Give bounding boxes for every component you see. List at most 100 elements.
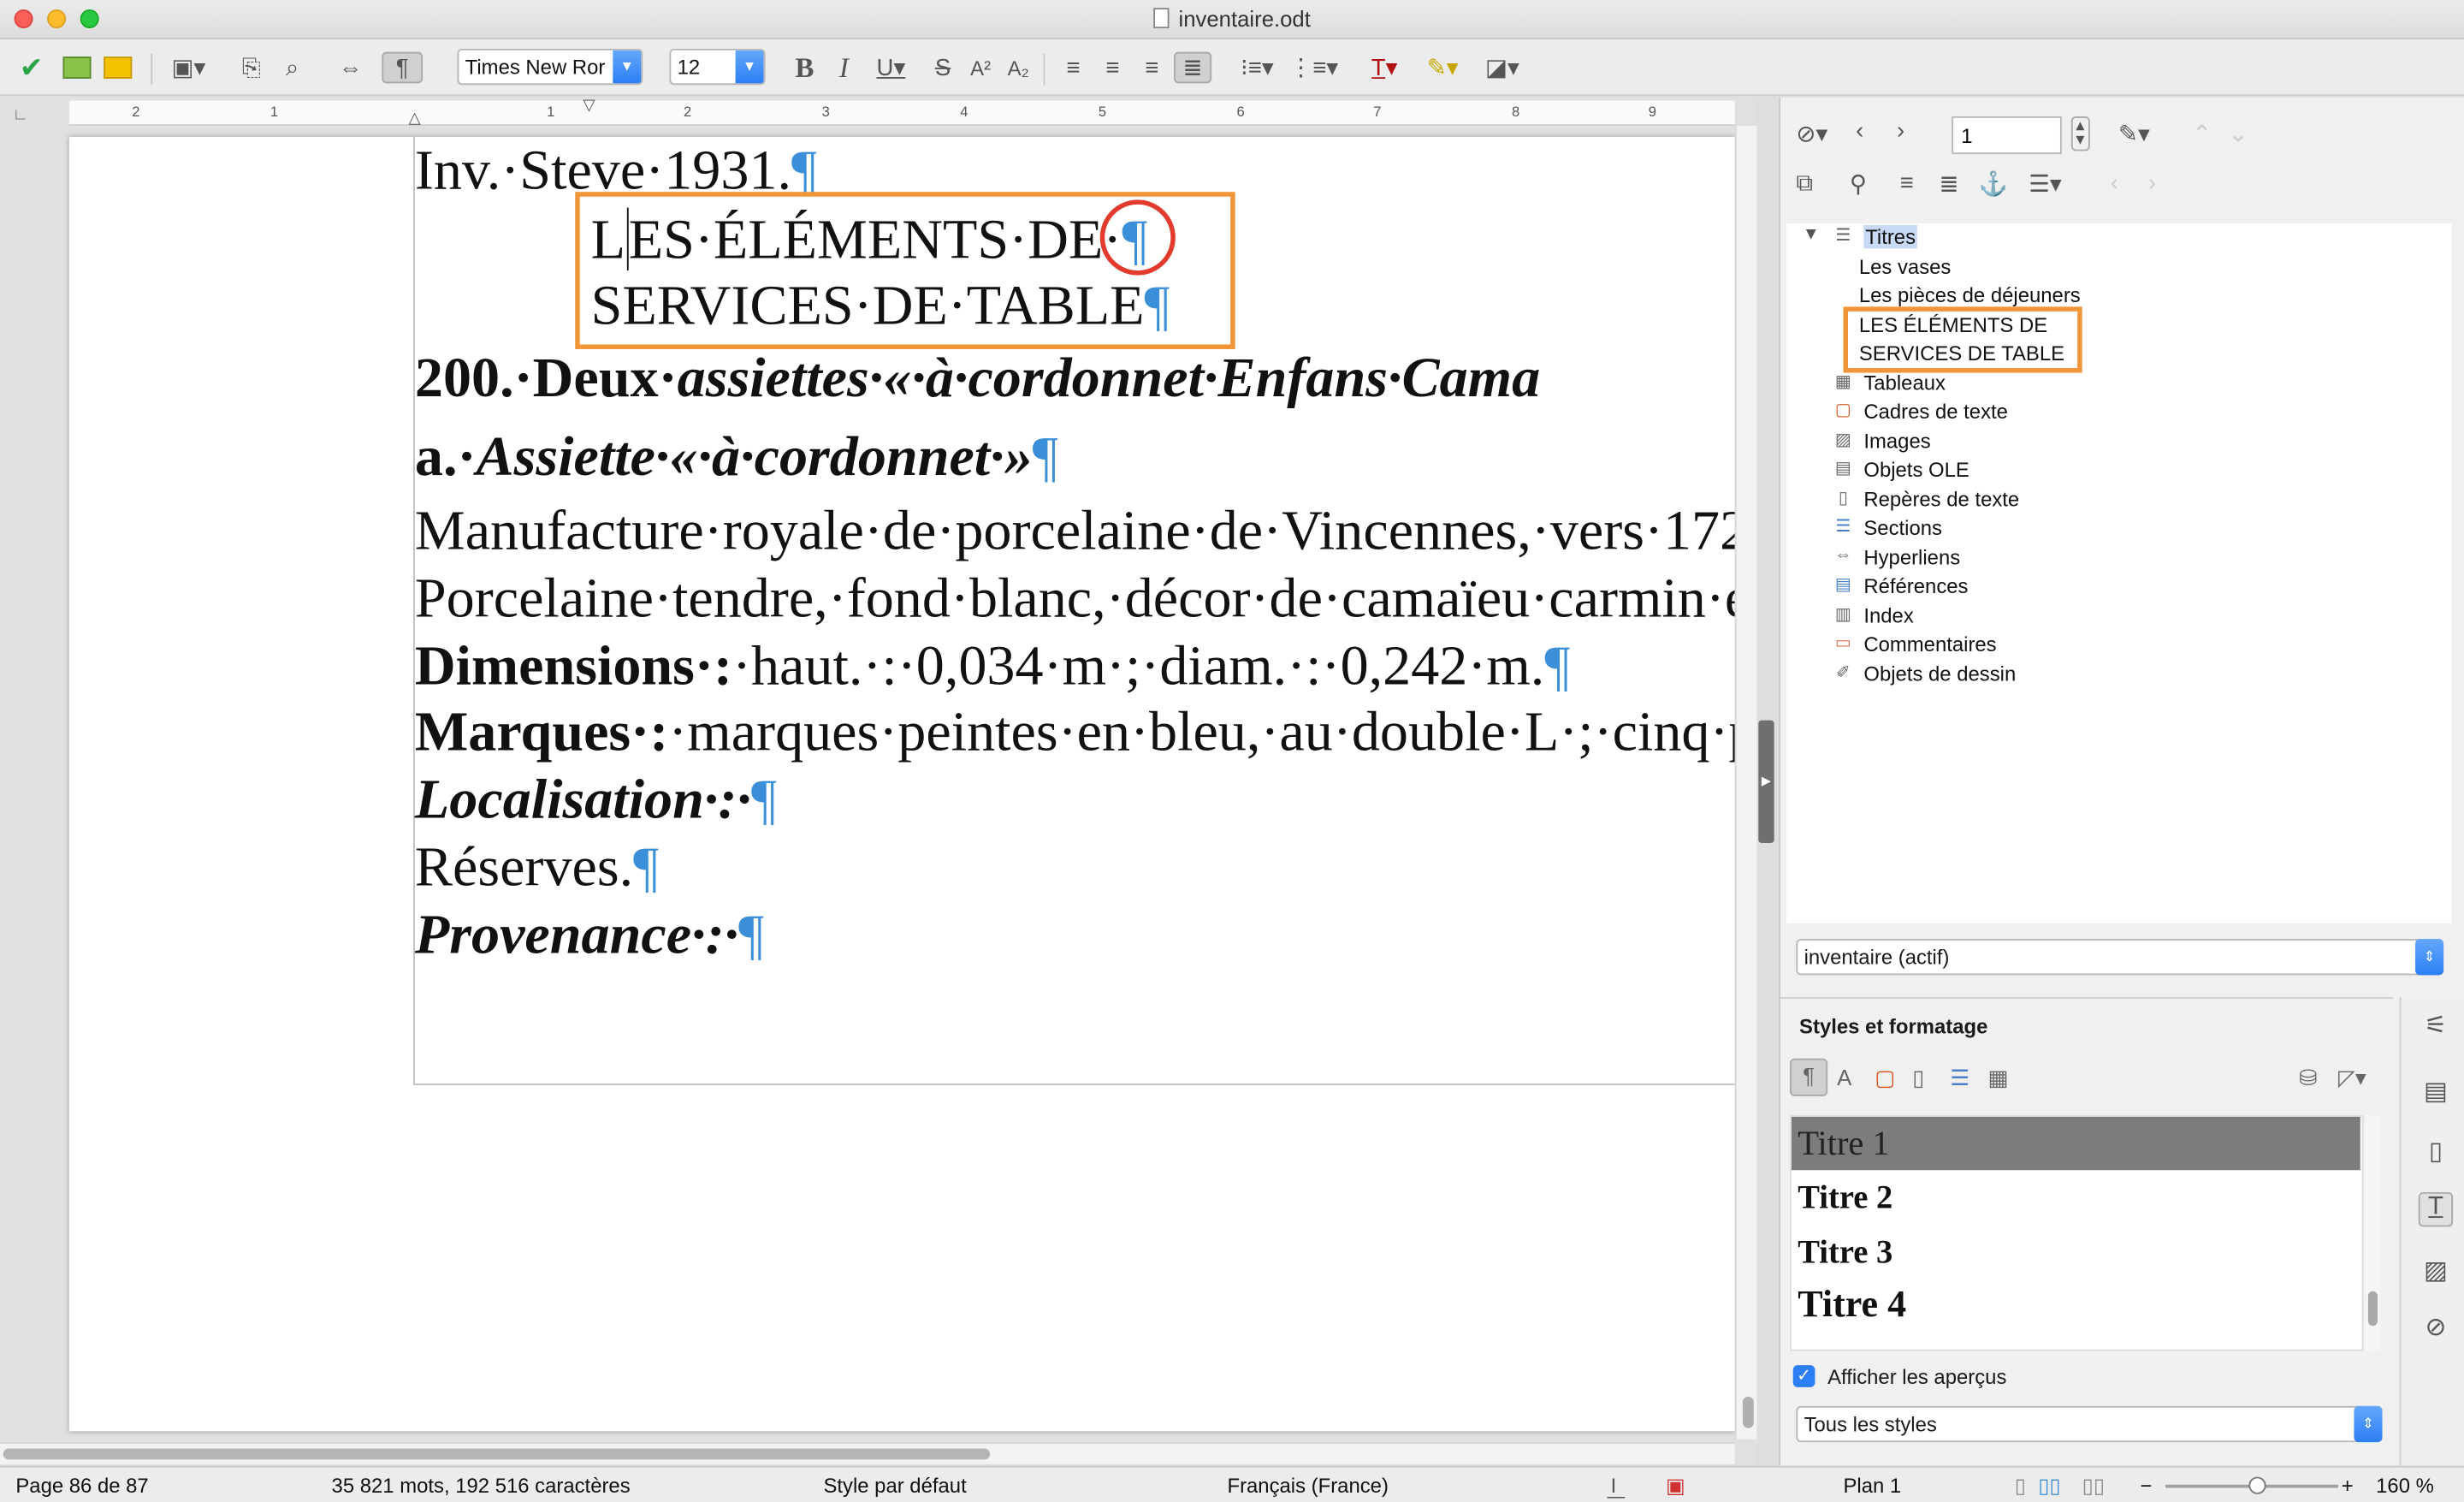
align-right-icon[interactable]: ≡ [1134, 52, 1169, 84]
bullet-list-icon[interactable]: ⋮≡▾ [1288, 52, 1339, 84]
green-highlight-icon[interactable] [60, 52, 94, 84]
tab-stop-selector[interactable]: ∟ [13, 107, 28, 124]
promote-level-icon[interactable]: ⌃ [2192, 120, 2212, 148]
italic-icon[interactable]: I [828, 51, 860, 84]
underline-icon[interactable]: U▾ [868, 52, 915, 84]
drag-mode-icon[interactable]: ✎▾ [2118, 120, 2150, 148]
zoom-in-icon[interactable]: + [2342, 1474, 2354, 1498]
style-item-titre-4[interactable]: Titre 4 [1792, 1280, 2360, 1337]
insert-page-break-icon[interactable]: ⎘ [236, 52, 268, 84]
tree-item-index[interactable]: ▥ Index [1835, 604, 1914, 628]
chevron-down-icon[interactable]: ▼ [735, 50, 764, 84]
zoom-slider-knob[interactable] [2248, 1476, 2266, 1494]
align-left-icon[interactable]: ≡ [1056, 52, 1090, 84]
multi-page-view-icon[interactable]: ▯▯ [2038, 1474, 2060, 1499]
chevron-updown-icon[interactable]: ⇕ [2354, 1405, 2383, 1443]
status-zoom[interactable]: 160 % [2376, 1474, 2434, 1498]
next-icon[interactable]: › [1897, 118, 1904, 145]
tree-item-heading[interactable]: Les pièces de déjeuners [1859, 283, 2081, 307]
frame-styles-icon[interactable]: ▢ [1875, 1065, 1895, 1091]
move-up-icon[interactable]: ‹ [2111, 169, 2118, 196]
status-language[interactable]: Français (France) [1227, 1474, 1388, 1498]
tree-item-references[interactable]: ▤ Références [1835, 574, 1969, 598]
tree-item-cadres[interactable]: ▢ Cadres de texte [1835, 400, 2008, 424]
single-page-view-icon[interactable]: ▯ [2015, 1474, 2026, 1499]
document-page[interactable]: Inv.·Steve·1931.¶ L ES·ÉLÉMENTS·DE·¶ SERV… [68, 136, 1735, 1432]
tree-item-hyperlinks[interactable]: ⇔ Hyperliens [1834, 546, 1960, 570]
show-previews-checkbox[interactable]: ✓ [1792, 1365, 1815, 1387]
paragraph-styles-icon[interactable]: ¶ [1790, 1058, 1828, 1096]
tree-item-bookmarks[interactable]: ▯ Repères de texte [1839, 488, 2019, 512]
character-styles-icon[interactable]: A [1837, 1065, 1851, 1089]
horizontal-scrollbar[interactable] [0, 1442, 1735, 1464]
document-modified-icon[interactable]: ▣ [1666, 1474, 1685, 1499]
status-word-count[interactable]: 35 821 mots, 192 516 caractères [332, 1474, 631, 1498]
page-number-input[interactable] [1952, 116, 2062, 155]
tree-item-comments[interactable]: ▭ Commentaires [1835, 632, 1997, 656]
page-styles-icon[interactable]: ▯ [1912, 1065, 1924, 1091]
sidebar-settings-icon[interactable]: ⚟ [2419, 1010, 2453, 1044]
vertical-scrollbar[interactable] [1734, 126, 1757, 1440]
styles-tab-icon[interactable]: T̲ [2418, 1191, 2454, 1227]
header-icon[interactable]: ≡ [1900, 169, 1914, 196]
highlight-color-icon[interactable]: ✎▾ [1418, 52, 1468, 84]
justify-icon[interactable]: ≣ [1174, 51, 1212, 84]
style-filter-select[interactable]: Tous les styles ⇕ [1796, 1405, 2383, 1443]
fill-format-icon[interactable]: ⛁ [2299, 1065, 2318, 1091]
subscript-icon[interactable]: A₂ [1003, 52, 1034, 84]
page-stepper[interactable]: ▴ ▾ [2070, 116, 2089, 151]
navigate-by-icon[interactable]: ⊘▾ [1796, 120, 1827, 148]
autocorrect-check-icon[interactable]: ✔ [13, 51, 50, 84]
font-color-icon[interactable]: T̲▾ [1359, 52, 1410, 84]
yellow-highlight-icon[interactable] [101, 52, 135, 84]
gallery-icon[interactable]: ▨ [2419, 1255, 2453, 1289]
save-icon[interactable]: ▣▾ [167, 52, 210, 84]
superscript-icon[interactable]: A² [965, 52, 997, 84]
demote-level-icon[interactable]: ⌄ [2228, 120, 2248, 148]
attach-icon[interactable]: ⚲ [1850, 169, 1867, 198]
book-view-icon[interactable]: ▯▯ [2082, 1474, 2105, 1499]
previous-icon[interactable]: ‹ [1856, 118, 1863, 145]
sidebar-collapse-handle[interactable]: ▶ [1758, 720, 1774, 844]
tree-item-ole[interactable]: ▤ Objets OLE [1835, 458, 1969, 482]
strikethrough-icon[interactable]: S [927, 52, 959, 84]
document-select[interactable]: inventaire (actif) ⇕ [1796, 939, 2444, 976]
properties-icon[interactable]: ▤ [2419, 1076, 2453, 1110]
find-replace-icon[interactable]: ⌕ [276, 52, 308, 84]
horizontal-ruler[interactable]: 2 1 1 2 3 4 5 6 7 8 9 △ ▽ [68, 98, 1735, 128]
left-indent-marker[interactable]: △ [409, 110, 421, 128]
styles-list-scrollbar[interactable] [2365, 1114, 2381, 1351]
insert-mode-icon[interactable]: I͟ [1611, 1474, 1617, 1498]
hyperlink-icon[interactable]: ⇔ [333, 52, 367, 84]
status-page[interactable]: Page 86 de 87 [15, 1474, 148, 1498]
style-item-titre-2[interactable]: Titre 2 [1792, 1173, 2360, 1226]
tree-item-drawings[interactable]: ✐ Objets de dessin [1836, 662, 2016, 686]
anchor-icon[interactable]: ⚓ [1978, 169, 2007, 198]
tree-item-tableaux[interactable]: ▦ Tableaux [1835, 371, 1946, 395]
vertical-scroll-thumb[interactable] [1742, 1396, 1754, 1428]
styles-scroll-thumb[interactable] [2367, 1291, 2378, 1327]
bold-icon[interactable]: B [789, 51, 820, 84]
chevron-down-icon[interactable]: ▼ [613, 50, 642, 84]
zoom-out-icon[interactable]: − [2141, 1474, 2153, 1498]
toggle-icon[interactable]: ⧉ [1796, 169, 1813, 196]
font-name-combo[interactable]: Times New Ror ▼ [457, 48, 643, 86]
tree-item-heading[interactable]: Les vases [1859, 255, 1952, 279]
tree-item-sections[interactable]: ☰ Sections [1835, 516, 1942, 540]
heading-levels-icon[interactable]: ☰▾ [2029, 169, 2062, 198]
style-item-titre-1[interactable]: Titre 1 [1791, 1116, 2360, 1171]
horizontal-scroll-thumb[interactable] [3, 1448, 991, 1460]
align-center-icon[interactable]: ≡ [1095, 52, 1129, 84]
background-color-icon[interactable]: ◪▾ [1478, 52, 1528, 84]
navigator-tab-icon[interactable]: ⊘ [2419, 1312, 2453, 1346]
formatting-marks-toggle-icon[interactable]: ¶ [382, 51, 424, 84]
new-style-icon[interactable]: ◸▾ [2338, 1065, 2366, 1091]
table-styles-icon[interactable]: ▦ [1987, 1065, 2008, 1091]
numbered-list-icon[interactable]: ⁝≡▾ [1232, 52, 1282, 84]
tree-item-images[interactable]: ▨ Images [1835, 430, 1931, 454]
footer-icon[interactable]: ≣ [1940, 169, 1959, 198]
style-item-titre-3[interactable]: Titre 3 [1792, 1228, 2360, 1281]
status-page-style[interactable]: Style par défaut [823, 1474, 966, 1498]
chevron-down-icon[interactable]: ▼ [1803, 225, 1820, 244]
list-styles-icon[interactable]: ☰ [1950, 1065, 1969, 1091]
